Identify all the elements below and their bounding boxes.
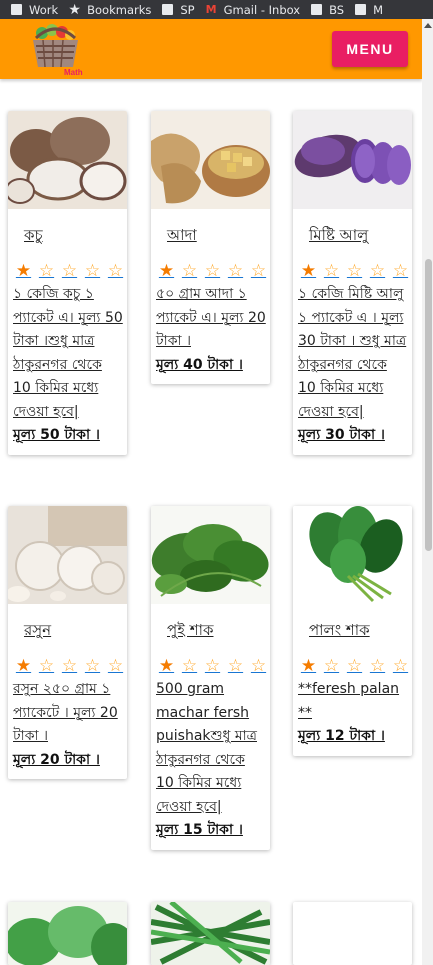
sweet-potato-product-image[interactable] [293,111,412,209]
product-price: মূল্য 20 টাকা । [13,751,100,768]
bookmark-gmail[interactable]: M Gmail - Inbox [205,3,300,17]
star-filled-icon[interactable]: ★ [155,261,178,283]
product-name[interactable]: মিষ্টি আলু [293,209,412,244]
star-empty-icon[interactable]: ☆ [104,656,127,678]
site-header: Math MENU [0,19,422,79]
star-empty-icon[interactable]: ☆ [247,656,270,678]
product-card-roshun: রসুন ★ ☆ ☆ ☆ ☆ রসুন ২৫০ গ্রাম ১ প্যাকেটে । ম… [8,506,127,779]
bookmark-work[interactable]: Work [10,3,58,17]
bookmarks-bar: Work ★ Bookmarks SP M Gmail - Inbox BS M [0,0,433,19]
taro-product-image[interactable] [8,111,127,209]
gmail-icon: M [205,3,217,16]
product-name[interactable]: কচু [8,209,127,244]
star-filled-icon[interactable]: ★ [155,656,178,678]
star-empty-icon[interactable]: ☆ [178,261,201,283]
star-rating[interactable]: ★ ☆ ☆ ☆ ☆ [155,261,270,283]
folder-icon [354,4,367,16]
star-empty-icon[interactable]: ☆ [247,261,270,283]
product-price: মূল্য 40 টাকা । [156,356,243,373]
product-name[interactable]: আদা [151,209,270,244]
site-logo[interactable]: Math [28,22,83,77]
product-price: মূল্য 12 টাকা । [298,728,385,744]
bookmark-label: Gmail - Inbox [223,2,301,17]
star-empty-icon[interactable]: ☆ [81,656,104,678]
star-empty-icon[interactable]: ☆ [58,261,81,283]
bookmark-sp[interactable]: SP [161,2,195,17]
bookmark-label: BS [329,2,345,17]
star-empty-icon[interactable]: ☆ [201,656,224,678]
product-description: ৫০ গ্রাম আদা ১ প্যাকেট এ। মূল্য 20 টাকা … [156,286,266,349]
star-filled-icon[interactable]: ★ [297,656,320,678]
product-card-kochu: কচু ★ ☆ ☆ ☆ ☆ ১ কেজি কচু ১ প্যাকেট এ। মূল্য … [8,111,127,455]
star-empty-icon[interactable]: ☆ [35,656,58,678]
product-name[interactable]: পুই শাক [151,604,270,639]
product-card-herb-greens [151,902,270,965]
bookmark-bs[interactable]: BS [310,3,344,17]
bookmark-m[interactable]: M [354,3,383,17]
product-card-mishti-alu: মিষ্টি আলু ★ ☆ ☆ ☆ ☆ ১ কেজি মিষ্টি আলু ১ প্য… [293,111,412,455]
star-empty-icon[interactable]: ☆ [389,261,412,283]
star-empty-icon[interactable]: ☆ [366,656,389,678]
bookmark-label: Bookmarks [87,2,152,17]
star-filled-icon[interactable]: ★ [297,261,320,283]
product-price: মূল্য 30 টাকা । [298,427,385,443]
product-card-pui-shak: পুই শাক ★ ☆ ☆ ☆ ☆ 500 gram machar fersh puis… [151,506,270,850]
star-icon: ★ [68,1,81,18]
leafy-greens-product-image[interactable] [8,902,127,965]
vegetable-basket-icon: Math [33,24,83,77]
star-empty-icon[interactable]: ☆ [343,656,366,678]
spinach-product-image[interactable] [293,506,412,604]
star-empty-icon[interactable]: ☆ [366,261,389,283]
product-description: ১ কেজি কচু ১ প্যাকেট এ। মূল্য 50 টাকা ।শ… [13,286,123,420]
product-price: মূল্য 50 টাকা । [13,427,100,443]
product-price: মূল্য 15 টাকা । [156,822,243,838]
scrollbar-thumb[interactable] [425,259,432,551]
bookmark-label: SP [180,2,195,17]
folder-icon [161,4,174,16]
star-empty-icon[interactable]: ☆ [81,261,104,283]
star-empty-icon[interactable]: ☆ [320,656,343,678]
star-empty-icon[interactable]: ☆ [35,261,58,283]
star-rating[interactable]: ★ ☆ ☆ ☆ ☆ [297,656,412,678]
star-rating[interactable]: ★ ☆ ☆ ☆ ☆ [12,656,127,678]
star-empty-icon[interactable]: ☆ [201,261,224,283]
star-empty-icon[interactable]: ☆ [389,656,412,678]
star-empty-icon[interactable]: ☆ [224,261,247,283]
product-card-palong-shak: পালং শাক ★ ☆ ☆ ☆ ☆ **feresh palan ** মূল্য 1… [293,506,412,756]
star-empty-icon[interactable]: ☆ [178,656,201,678]
star-empty-icon[interactable]: ☆ [224,656,247,678]
product-description: ১ কেজি মিষ্টি আলু ১ প্যাকেট এ । মূল্য 30… [298,286,407,420]
product-description: **feresh palan ** [298,681,400,721]
product-description: 500 gram machar fersh puishakশুধু মাত্র … [156,681,257,815]
star-rating[interactable]: ★ ☆ ☆ ☆ ☆ [297,261,412,283]
product-card-empty [293,902,412,965]
garlic-product-image[interactable] [8,506,127,604]
bookmark-label: M [373,2,384,17]
product-card-ada: আদা ★ ☆ ☆ ☆ ☆ ৫০ গ্রাম আদা ১ প্যাকেট এ। মূল্… [151,111,270,384]
menu-button[interactable]: MENU [332,31,408,67]
star-filled-icon[interactable]: ★ [12,656,35,678]
star-filled-icon[interactable]: ★ [12,261,35,283]
product-name[interactable]: রসুন [8,604,127,639]
folder-icon [310,4,323,16]
product-name[interactable]: পালং শাক [293,604,412,639]
bookmark-label: Work [29,2,59,17]
folder-icon [10,4,23,16]
scroll-up-arrow-icon[interactable] [424,23,432,28]
star-empty-icon[interactable]: ☆ [58,656,81,678]
bookmark-bookmarks[interactable]: ★ Bookmarks [68,3,151,17]
product-description: রসুন ২৫০ গ্রাম ১ প্যাকেটে । মূল্য 20 টাক… [13,681,118,744]
star-empty-icon[interactable]: ☆ [343,261,366,283]
product-card-leafy-greens [8,902,127,965]
star-rating[interactable]: ★ ☆ ☆ ☆ ☆ [155,656,270,678]
herb-greens-product-image[interactable] [151,902,270,965]
star-empty-icon[interactable]: ☆ [320,261,343,283]
malabar-spinach-product-image[interactable] [151,506,270,604]
svg-text:Math: Math [64,68,83,77]
star-rating[interactable]: ★ ☆ ☆ ☆ ☆ [12,261,127,283]
star-empty-icon[interactable]: ☆ [104,261,127,283]
ginger-product-image[interactable] [151,111,270,209]
